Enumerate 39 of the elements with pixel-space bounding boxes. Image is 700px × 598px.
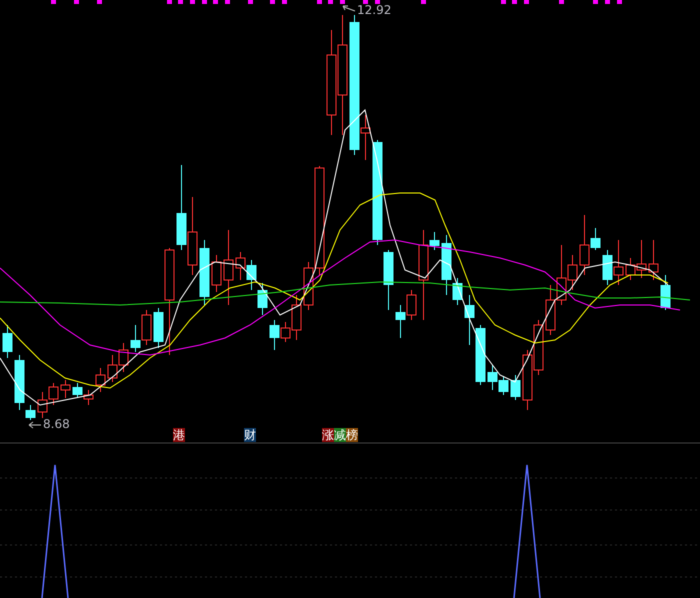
event-tag: 涨: [322, 428, 334, 442]
event-tag: 港: [173, 428, 185, 442]
candlestick: [648, 240, 658, 280]
candlestick: [406, 290, 416, 320]
candlestick: [546, 284, 556, 336]
candlestick: [96, 368, 106, 392]
candlestick: [602, 250, 612, 286]
event-tag: 财: [244, 428, 256, 442]
candlestick: [118, 342, 128, 372]
candlestick: [488, 364, 498, 390]
candlestick: [236, 252, 246, 280]
candlestick: [464, 294, 474, 346]
candlestick: [384, 250, 394, 310]
candlestick: [130, 324, 140, 352]
candlestick: [60, 380, 70, 398]
candlestick: [200, 240, 210, 306]
candlestick: [522, 350, 532, 410]
candlestick: [48, 382, 58, 406]
price-label: 12.92: [357, 3, 392, 17]
candlestick: [72, 382, 82, 398]
event-tag: 减: [334, 428, 346, 442]
candlestick: [614, 240, 624, 286]
event-tag: 榜: [346, 428, 358, 442]
candlestick: [396, 304, 406, 338]
candlestick: [660, 274, 670, 310]
candlestick: [246, 260, 256, 290]
candlestick: [510, 374, 520, 400]
pointer-arrow-icon: [28, 419, 42, 429]
candlestick: [38, 392, 48, 418]
candlestick: [2, 324, 12, 358]
price-label: 8.68: [43, 417, 70, 431]
candlestick: [476, 324, 486, 386]
candlestick: [534, 320, 544, 376]
candlestick: [258, 282, 268, 316]
candlestick: [498, 376, 508, 396]
candlestick: [142, 310, 152, 346]
candlestick: [108, 354, 118, 382]
candlestick: [212, 254, 222, 292]
candlestick: [84, 390, 94, 406]
